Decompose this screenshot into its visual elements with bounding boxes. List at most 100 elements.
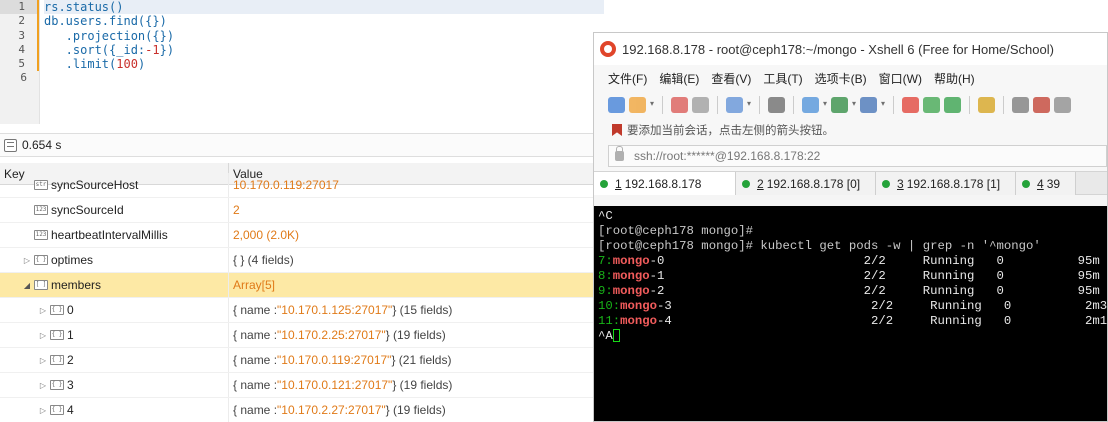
properties-icon[interactable] [726,97,751,113]
value-cell[interactable]: 2 [229,198,595,222]
session-tab-2[interactable]: 2 192.168.8.178 [0] [736,172,876,195]
key-cell[interactable]: ▷{ } 2 [0,348,229,372]
tree-row[interactable]: str syncSourceHost 10.170.0.119:27017 [0,173,595,198]
tree-row[interactable]: 123 heartbeatIntervalMillis 2,000 (2.0K) [0,223,595,248]
result-tree-grid[interactable]: Key Value str syncSourceHost 10.170.0.119:… [0,163,595,422]
code-line[interactable]: .sort({_id:-1}) [44,43,604,57]
value-prefix: { name : [233,353,278,367]
fullscreen-icon[interactable] [944,97,961,113]
tree-row[interactable]: ◢[ ] members Array [5] [0,273,595,298]
value-text: 10.170.0.119:27017 [233,178,339,192]
value-cell[interactable]: Array [5] [229,273,595,297]
tree-row[interactable]: ▷{ } optimes { } (4 fields) [0,248,595,273]
code-token: 100 [116,57,138,72]
key-label: 0 [67,303,74,317]
terminal-text: mongo [620,314,658,328]
code-line[interactable]: .projection({}) [44,29,604,43]
expand-toggle-icon[interactable]: ◢ [22,281,32,290]
tree-row[interactable]: 123 syncSourceId 2 [0,198,595,223]
menu-item[interactable]: 编辑(E) [659,70,699,87]
code-area[interactable]: rs.status() db.users.find({}) .projection… [44,0,604,86]
value-prefix: { name : [233,378,278,392]
xshell-window[interactable]: 192.168.8.178 - root@ceph178:~/mongo - X… [593,32,1108,422]
window-title-bar[interactable]: 192.168.8.178 - root@ceph178:~/mongo - X… [594,33,1107,65]
code-line[interactable] [44,71,604,85]
menu-item[interactable]: 窗口(W) [879,70,922,87]
value-cell[interactable]: { name : "10.170.0.119:27017" } (21 fiel… [229,348,595,372]
menu-item[interactable]: 文件(F) [608,70,647,87]
open-folder-icon[interactable] [629,97,654,113]
session-tab-4[interactable]: 4 39 [1016,172,1076,195]
globe-icon[interactable] [831,97,856,113]
value-cell[interactable]: 2,000 (2.0K) [229,223,595,247]
key-cell[interactable]: str syncSourceHost [0,173,229,197]
keyboard-icon[interactable] [1012,97,1029,113]
xshell-logo-icon[interactable] [902,97,919,113]
key-cell[interactable]: 123 heartbeatIntervalMillis [0,223,229,247]
key-cell[interactable]: ▷{ } 1 [0,323,229,347]
menu-item[interactable]: 查看(V) [711,70,751,87]
key-cell[interactable]: 123 syncSourceId [0,198,229,222]
address-bar: ssh://root:******@192.168.8.178:22 [594,141,1107,171]
tree-row[interactable]: ▷{ } 4{ name : "10.170.2.27:27017" } (19 … [0,398,595,422]
terminal-line: [root@ceph178 mongo]# [598,224,1107,239]
menu-bar: 文件(F) 编辑(E) 查看(V) 工具(T) 选项卡(B) 窗口(W) 帮助(H) [594,65,1107,91]
expand-toggle-icon[interactable]: ▷ [38,331,48,340]
menu-item[interactable]: 帮助(H) [934,70,975,87]
address-field[interactable]: ssh://root:******@192.168.8.178:22 [608,145,1107,167]
font-icon[interactable] [860,97,885,113]
key-label: members [51,278,102,292]
highlight-icon[interactable] [1033,97,1050,113]
key-cell[interactable]: ▷{ } 3 [0,373,229,397]
toolbar-separator [893,96,894,114]
tab-label: 192.168.8.178 [0] [766,176,861,191]
key-cell[interactable]: ▷{ } 4 [0,398,229,422]
menu-item[interactable]: 工具(T) [763,70,802,87]
value-text: Array [233,278,262,292]
window-title: 192.168.8.178 - root@ceph178:~/mongo - X… [622,41,1054,57]
session-tab-1[interactable]: 1 192.168.8.178 [594,172,736,195]
tree-row[interactable]: ▷{ } 1{ name : "10.170.2.25:27017" } (19 … [0,323,595,348]
terminal-line: ^A [598,329,1107,344]
toolbar-separator [759,96,760,114]
transfer-icon[interactable] [802,97,827,113]
code-line[interactable]: db.users.find({}) [44,14,604,28]
value-cell[interactable]: { } (4 fields) [229,248,595,272]
expand-toggle-icon[interactable]: ▷ [22,256,32,265]
expand-toggle-icon[interactable]: ▷ [38,306,48,315]
code-line[interactable]: rs.status() [44,0,604,15]
key-label: heartbeatIntervalMillis [51,228,168,242]
disconnect-icon[interactable] [692,97,709,113]
find-icon[interactable] [768,97,785,113]
new-session-icon[interactable] [608,97,625,113]
code-line[interactable]: .limit(100) [44,57,604,71]
expand-toggle-icon[interactable]: ▷ [38,406,48,415]
tree-row[interactable]: ▷{ } 0{ name : "10.170.1.125:27017" } (15… [0,298,595,323]
value-cell[interactable]: { name : "10.170.2.27:27017" } (19 field… [229,398,595,422]
bookmark-icon[interactable] [612,124,622,136]
compose-icon[interactable] [1054,97,1071,113]
tree-row[interactable]: ▷{ } 2{ name : "10.170.0.119:27017" } (21… [0,348,595,373]
menu-item[interactable]: 选项卡(B) [815,70,867,87]
expand-toggle-icon[interactable]: ▷ [38,356,48,365]
value-cell[interactable]: { name : "10.170.0.121:27017" } (19 fiel… [229,373,595,397]
int-type-icon: 123 [34,230,48,240]
tree-row[interactable]: ▷{ } 3{ name : "10.170.0.121:27017" } (19… [0,373,595,398]
session-tab-3[interactable]: 3 192.168.8.178 [1] [876,172,1016,195]
key-cell[interactable]: ◢[ ] members [0,273,229,297]
toolbar-separator [662,96,663,114]
key-cell[interactable]: ▷{ } 0 [0,298,229,322]
terminal[interactable]: ^C [root@ceph178 mongo]# [root@ceph178 mon… [594,206,1107,421]
xftp-icon[interactable] [923,97,940,113]
value-cell[interactable]: { name : "10.170.2.25:27017" } (19 field… [229,323,595,347]
connect-icon[interactable] [671,97,688,113]
expand-toggle-icon[interactable]: ▷ [38,381,48,390]
value-cell[interactable]: { name : "10.170.1.125:27017" } (15 fiel… [229,298,595,322]
value-cell[interactable]: 10.170.0.119:27017 [229,173,595,197]
str-type-icon: str [34,180,48,190]
lock-icon[interactable] [978,97,995,113]
key-cell[interactable]: ▷{ } optimes [0,248,229,272]
key-label: 1 [67,328,74,342]
terminal-line: 11:mongo-4 2/2 Running 0 2m17 [598,314,1107,329]
timing-icon [4,138,17,152]
